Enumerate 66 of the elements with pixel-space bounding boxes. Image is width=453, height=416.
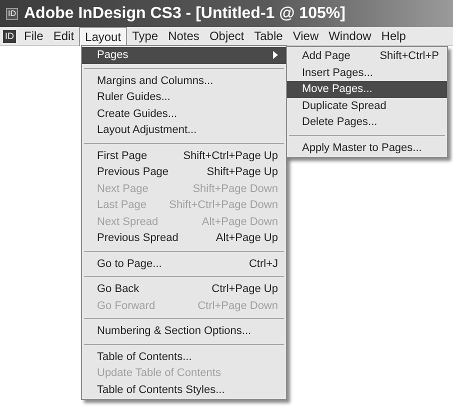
menu[interactable]: Type <box>127 26 164 46</box>
menu-item[interactable]: Delete Pages... <box>287 114 447 130</box>
menu-item[interactable]: Go to Page... Ctrl+J <box>82 256 286 272</box>
menu-item[interactable]: Margins and Columns... <box>82 72 286 89</box>
menu-item-label: Next Spread <box>97 214 158 230</box>
menu-item-label: Previous Page <box>97 165 169 180</box>
menu[interactable]: Notes <box>163 26 204 46</box>
menu-item-label: Go to Page... <box>97 256 162 272</box>
menu-item[interactable]: Add Page Shift+Ctrl+P <box>287 48 447 64</box>
menu-item-label: Previous Spread <box>97 231 178 246</box>
menu-item-label: Pages <box>97 48 128 63</box>
menu-item[interactable]: Create Guides... <box>82 106 286 122</box>
menu[interactable]: Object <box>204 26 250 46</box>
menu-item-label: Ruler Guides... <box>97 90 170 105</box>
menu-item[interactable]: Previous Page Shift+Page Up <box>82 164 286 180</box>
menu-item-label: Go Back <box>97 282 140 297</box>
app-icon: ID <box>3 30 16 42</box>
menu-item-label: Margins and Columns... <box>97 74 214 88</box>
shortcut-label: Ctrl+Page Down <box>198 298 278 314</box>
menu-item-label: First Page <box>97 148 148 164</box>
menu-item-label: Move Pages... <box>302 82 372 97</box>
menu-item-label: Go Forward <box>97 298 156 314</box>
menu-item-label: Create Guides... <box>97 106 178 122</box>
menu-item[interactable]: Pages <box>82 47 286 64</box>
menu-item-label: Layout Adjustment... <box>97 123 197 138</box>
menu-item[interactable]: Table of Contents... <box>82 348 286 365</box>
menu[interactable]: Window <box>324 26 376 46</box>
menu-item[interactable]: Layout Adjustment... <box>82 122 286 138</box>
menu-item[interactable]: Numbering & Section Options... <box>82 323 286 340</box>
menu-item-label: Delete Pages... <box>302 115 378 130</box>
menu-item-label: Apply Master to Pages... <box>302 140 422 156</box>
menu[interactable]: File <box>19 26 48 46</box>
shortcut-label: Alt+Page Up <box>216 231 278 246</box>
menu-item[interactable]: Table of Contents Styles... <box>82 382 286 398</box>
menu[interactable]: Table <box>249 26 288 46</box>
menu-item-label: Table of Contents Styles... <box>97 382 225 398</box>
menu-item[interactable]: First Page Shift+Ctrl+Page Up <box>82 148 286 164</box>
menu-item-label: Numbering & Section Options... <box>97 324 252 339</box>
shortcut-label: Ctrl+Page Up <box>212 282 278 297</box>
menu-item-label: Next Page <box>97 182 148 196</box>
shortcut-label: Alt+Page Down <box>202 214 278 230</box>
menu-item[interactable]: Insert Pages... <box>287 64 447 81</box>
shortcut-label: Shift+Page Up <box>206 165 278 180</box>
menu[interactable]: Edit <box>48 26 80 46</box>
shortcut-label: Shift+Ctrl+P <box>380 49 439 64</box>
menu-item[interactable]: Ruler Guides... <box>82 89 286 106</box>
menu-item[interactable]: Move Pages... <box>287 81 447 98</box>
menu-item-label: Duplicate Spread <box>302 98 386 114</box>
shortcut-label: Ctrl+J <box>248 256 278 272</box>
menu[interactable]: View <box>288 26 324 46</box>
menu-item-label: Last Page <box>97 198 147 213</box>
menu-item-label: Add Page <box>302 49 350 64</box>
shortcut-label: Shift+Page Down <box>192 182 278 196</box>
menu-item[interactable]: Duplicate Spread <box>287 98 447 114</box>
menu-item-label: Update Table of Contents <box>97 366 221 381</box>
window-title: Adobe InDesign CS3 - [Untitled-1 @ 105%] <box>24 4 346 24</box>
menu-item-label: Table of Contents... <box>97 350 192 364</box>
shortcut-label: Shift+Ctrl+Page Up <box>183 148 278 164</box>
menu-item[interactable]: Go Back Ctrl+Page Up <box>82 281 286 298</box>
menu-item-label: Insert Pages... <box>302 66 373 80</box>
app-icon: ID <box>6 8 18 20</box>
menu-item[interactable]: Previous Spread Alt+Page Up <box>82 230 286 246</box>
menu-item[interactable]: Apply Master to Pages... <box>287 140 447 156</box>
menu[interactable]: Layout <box>79 26 128 46</box>
menu[interactable]: Help <box>376 26 411 46</box>
shortcut-label: Shift+Ctrl+Page Down <box>169 198 278 213</box>
